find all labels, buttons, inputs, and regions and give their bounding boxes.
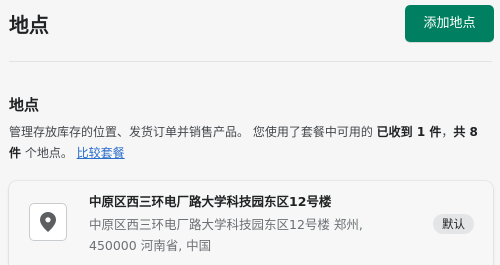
description-prefix: 管理存放库存的位置、发货订单并销售产品。 您使用了套餐中可用的: [9, 125, 377, 139]
compare-plans-link[interactable]: 比较套餐: [77, 146, 125, 160]
divider: [9, 61, 492, 62]
add-location-button[interactable]: 添加地点: [405, 5, 494, 42]
locations-page: 地点 添加地点 地点 管理存放库存的位置、发货订单并销售产品。 您使用了套餐中可…: [0, 0, 500, 265]
description-mid: ，: [441, 125, 454, 139]
used-count: 已收到 1 件: [376, 125, 442, 139]
page-title: 地点: [9, 13, 49, 37]
section-title: 地点: [9, 96, 40, 114]
location-card[interactable]: 中原区西三环电厂路大学科技园东区12号楼 中原区西三环电厂路大学科技园东区12号…: [9, 181, 493, 265]
address-line-1: 中原区西三环电厂路大学科技园东区12号楼 郑州,: [89, 217, 363, 232]
address-line-2: 450000 河南省, 中国: [89, 238, 212, 253]
location-name[interactable]: 中原区西三环电厂路大学科技园东区12号楼: [89, 193, 331, 211]
description-suffix: 个地点。: [21, 146, 77, 160]
location-address: 中原区西三环电厂路大学科技园东区12号楼 郑州, 450000 河南省, 中国: [89, 214, 409, 256]
map-pin-icon: [40, 212, 56, 232]
section-description: 管理存放库存的位置、发货订单并销售产品。 您使用了套餐中可用的 已收到 1 件，…: [9, 122, 479, 164]
location-icon-box: [29, 203, 67, 241]
default-badge: 默认: [433, 214, 474, 234]
